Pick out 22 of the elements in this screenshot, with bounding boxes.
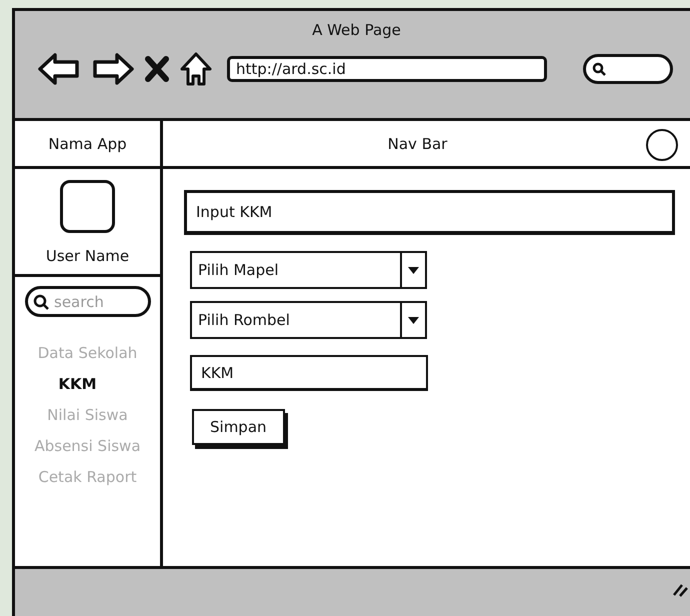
caret-icon [408,316,419,324]
avatar-icon [60,180,115,233]
home-icon[interactable] [179,51,213,87]
caret-icon [408,266,419,274]
user-name: User Name [46,247,130,265]
profile-circle-icon[interactable] [646,129,678,161]
nav-bar-title: Nav Bar [388,134,448,152]
sidebar-menu-item[interactable]: KKM [58,372,97,396]
dropdown[interactable]: Pilih Mapel [190,251,427,289]
close-icon[interactable] [145,56,169,82]
search-icon [592,62,606,76]
app-name: Nama App [15,121,163,166]
url-field[interactable]: http://ard.sc.id [227,56,547,82]
dropdown[interactable]: Pilih Rombel [190,301,427,339]
title-field[interactable]: Input KKM [184,190,675,235]
back-arrow-icon[interactable] [37,51,81,87]
browser-search-field[interactable] [583,54,673,84]
search-field[interactable]: search [25,286,151,317]
forward-arrow-icon[interactable] [91,51,135,87]
window-title: A Web Page [312,21,401,39]
kkm-field[interactable]: KKM [190,355,428,391]
search-icon [33,294,49,310]
